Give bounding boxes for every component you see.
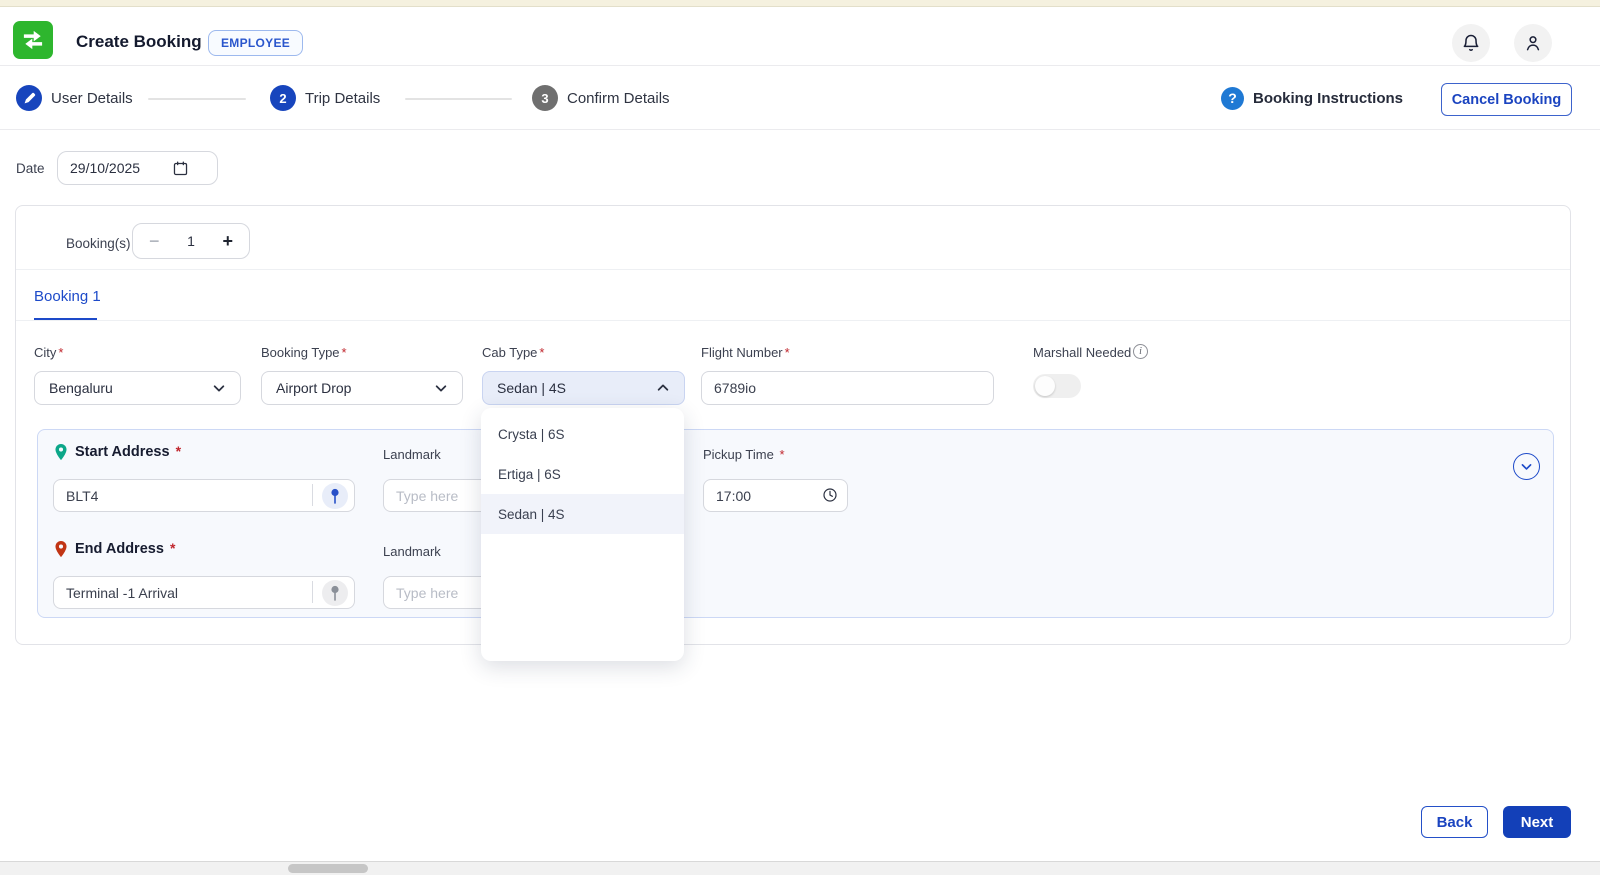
horizontal-scrollbar bbox=[0, 861, 1600, 875]
step-confirm-details[interactable]: 3 Confirm Details bbox=[532, 66, 670, 130]
booking-instructions-link[interactable]: ? Booking Instructions bbox=[1221, 66, 1403, 130]
next-button[interactable]: Next bbox=[1503, 806, 1571, 838]
step-user-details[interactable]: User Details bbox=[16, 66, 133, 130]
city-label: City * bbox=[34, 345, 64, 360]
cab-option-sedan[interactable]: Sedan | 4S bbox=[481, 494, 684, 534]
chevron-down-circle-icon bbox=[1520, 460, 1533, 473]
app-logo bbox=[13, 21, 53, 59]
step-connector bbox=[148, 98, 246, 100]
question-mark-icon: ? bbox=[1221, 86, 1244, 110]
create-booking-screen: Create Booking EMPLOYEE User Details 2 T… bbox=[0, 0, 1600, 875]
cab-type-label: Cab Type * bbox=[482, 345, 545, 360]
end-address-input[interactable] bbox=[53, 576, 355, 609]
notifications-button[interactable] bbox=[1452, 24, 1490, 62]
tab-booking-1[interactable]: Booking 1 bbox=[34, 288, 101, 315]
pickup-time-field bbox=[703, 479, 848, 512]
page-title: Create Booking bbox=[76, 32, 202, 51]
bookings-count-value: 1 bbox=[187, 233, 195, 249]
profile-button[interactable] bbox=[1514, 24, 1552, 62]
map-pin-button[interactable] bbox=[322, 483, 348, 509]
employee-badge: EMPLOYEE bbox=[208, 30, 304, 56]
chevron-down-icon bbox=[434, 381, 448, 395]
bookings-count-label: Booking(s) bbox=[66, 236, 131, 251]
bell-icon bbox=[1461, 33, 1481, 53]
start-landmark-label: Landmark bbox=[383, 447, 441, 462]
bookings-counter: − 1 + bbox=[132, 223, 250, 259]
map-pin-button[interactable] bbox=[322, 580, 348, 606]
step2-label: Trip Details bbox=[305, 89, 381, 107]
step2-circle: 2 bbox=[270, 85, 296, 111]
date-value: 29/10/2025 bbox=[70, 160, 141, 176]
end-location-pin-icon bbox=[54, 541, 68, 558]
end-address-label: End Address * bbox=[75, 540, 176, 557]
browser-edge-strip bbox=[0, 0, 1600, 7]
city-value: Bengaluru bbox=[49, 380, 113, 396]
person-icon bbox=[1523, 33, 1543, 53]
back-button[interactable]: Back bbox=[1421, 806, 1488, 838]
chevron-up-icon bbox=[656, 381, 670, 395]
start-address-label: Start Address * bbox=[75, 443, 182, 460]
divider bbox=[16, 320, 1570, 321]
end-address-field bbox=[53, 576, 355, 609]
cab-option-crysta[interactable]: Crysta | 6S bbox=[481, 414, 684, 454]
start-address-field bbox=[53, 479, 355, 512]
clock-icon[interactable] bbox=[822, 487, 838, 503]
end-landmark-label: Landmark bbox=[383, 544, 441, 559]
marshall-needed-toggle[interactable] bbox=[1033, 374, 1081, 398]
step-trip-details[interactable]: 2 Trip Details bbox=[270, 66, 380, 130]
flight-number-label: Flight Number * bbox=[701, 345, 790, 360]
app-header: Create Booking EMPLOYEE bbox=[0, 7, 1600, 66]
map-pin-icon bbox=[329, 488, 341, 504]
cab-type-dropdown: Crysta | 6S Ertiga | 6S Sedan | 4S bbox=[481, 408, 684, 661]
divider bbox=[312, 484, 313, 506]
step-connector bbox=[405, 98, 512, 100]
step1-circle bbox=[16, 85, 42, 111]
start-address-input[interactable] bbox=[53, 479, 355, 512]
decrement-button[interactable]: − bbox=[149, 231, 160, 252]
divider bbox=[16, 269, 1570, 270]
cab-type-value: Sedan | 4S bbox=[497, 380, 567, 396]
start-location-pin-icon bbox=[54, 444, 68, 461]
booking-instructions-label: Booking Instructions bbox=[1253, 89, 1403, 107]
info-icon[interactable]: i bbox=[1133, 344, 1148, 359]
city-select[interactable]: Bengaluru bbox=[34, 371, 241, 405]
calendar-icon[interactable] bbox=[172, 160, 189, 177]
increment-button[interactable]: + bbox=[222, 231, 233, 252]
cab-type-select[interactable]: Sedan | 4S bbox=[482, 371, 685, 405]
toggle-knob bbox=[1035, 376, 1055, 396]
active-tab-underline bbox=[34, 318, 97, 320]
divider bbox=[312, 581, 313, 603]
cancel-booking-button[interactable]: Cancel Booking bbox=[1441, 83, 1572, 116]
step3-circle: 3 bbox=[532, 85, 558, 111]
cab-option-ertiga[interactable]: Ertiga | 6S bbox=[481, 454, 684, 494]
booking-type-value: Airport Drop bbox=[276, 380, 352, 396]
booking-type-select[interactable]: Airport Drop bbox=[261, 371, 463, 405]
date-label: Date bbox=[16, 161, 45, 176]
pickup-time-label: Pickup Time * bbox=[703, 447, 785, 462]
date-input[interactable]: 29/10/2025 bbox=[57, 151, 218, 185]
collapse-booking-button[interactable] bbox=[1513, 453, 1540, 480]
scrollbar-thumb[interactable] bbox=[288, 864, 368, 873]
address-section: Start Address * Landmark Pickup Time * bbox=[37, 429, 1554, 618]
pencil-icon bbox=[23, 92, 36, 105]
flight-number-input[interactable] bbox=[701, 371, 994, 405]
booking-stepper: User Details 2 Trip Details 3 Confirm De… bbox=[0, 66, 1600, 130]
booking-type-label: Booking Type * bbox=[261, 345, 347, 360]
map-pin-icon bbox=[329, 585, 341, 601]
trip-details-card: Booking(s) − 1 + Booking 1 City * Booking… bbox=[15, 205, 1571, 661]
logo-arrows-icon bbox=[19, 27, 47, 53]
chevron-down-icon bbox=[212, 381, 226, 395]
marshall-needed-label: Marshall Needed bbox=[1033, 345, 1132, 360]
step3-label: Confirm Details bbox=[567, 89, 670, 107]
step1-label: User Details bbox=[51, 89, 133, 107]
